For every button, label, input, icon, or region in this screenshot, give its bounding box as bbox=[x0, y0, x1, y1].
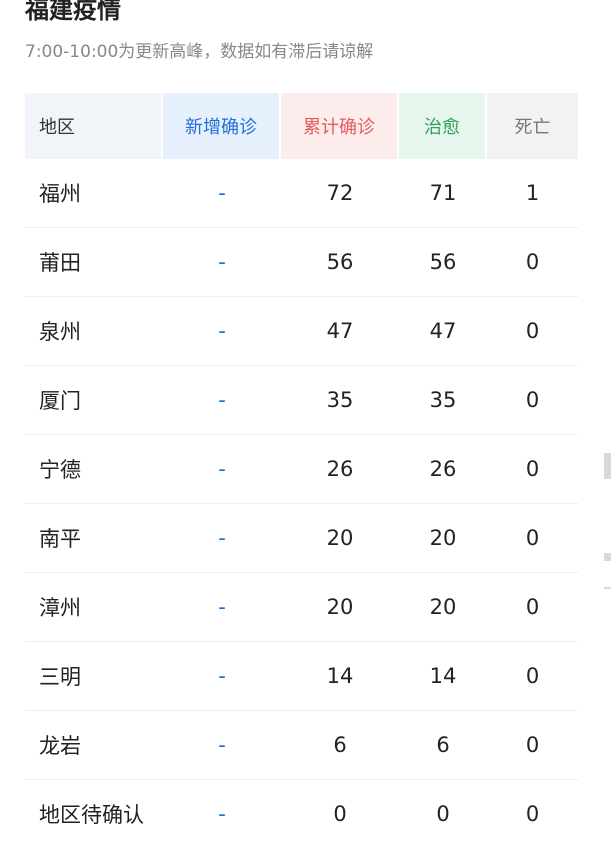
cell-dead: 0 bbox=[525, 802, 540, 826]
cell-dead: 0 bbox=[487, 435, 578, 504]
table-row[interactable]: 三明 -14 14 0 bbox=[25, 642, 578, 711]
cell-total-confirmed: 72 bbox=[281, 159, 399, 228]
cell-region: 龙岩 bbox=[25, 711, 163, 780]
cell-dead: 0 bbox=[487, 297, 578, 366]
cell-cured: 20 bbox=[399, 573, 487, 642]
column-header-cured[interactable]: 治愈 bbox=[399, 93, 487, 159]
cell-region: 莆田 bbox=[25, 228, 163, 297]
cell-new-confirmed: - bbox=[218, 802, 226, 826]
cell-new-confirmed: - bbox=[163, 711, 281, 780]
cell-dead: 0 bbox=[487, 504, 578, 573]
cell-total-confirmed: 35 bbox=[281, 366, 399, 435]
cell-cured: 20 bbox=[399, 504, 487, 573]
cell-region: 三明 bbox=[25, 642, 163, 711]
cell-cured: 26 bbox=[399, 435, 487, 504]
cell-total-confirmed: 0 bbox=[333, 802, 347, 826]
cell-total-confirmed: 47 bbox=[281, 297, 399, 366]
column-header-total-confirmed[interactable]: 累计确诊 bbox=[281, 93, 399, 159]
column-header-new-confirmed[interactable]: 新增确诊 bbox=[163, 93, 281, 159]
cell-dead: 0 bbox=[487, 228, 578, 297]
table-row[interactable]: 地区待确认 - 0 0 0 bbox=[25, 780, 578, 848]
scrollbar-tick bbox=[604, 553, 611, 561]
table-row[interactable]: 宁德 -26 26 0 bbox=[25, 435, 578, 504]
cell-cured: 71 bbox=[399, 159, 487, 228]
cell-cured: 0 bbox=[436, 802, 450, 826]
cell-cured: 35 bbox=[399, 366, 487, 435]
cell-total-confirmed: 56 bbox=[281, 228, 399, 297]
cell-total-confirmed: 6 bbox=[281, 711, 399, 780]
cell-cured: 56 bbox=[399, 228, 487, 297]
table-row[interactable]: 南平 -20 20 0 bbox=[25, 504, 578, 573]
table-row[interactable]: 龙岩 -6 6 0 bbox=[25, 711, 578, 780]
cell-dead: 0 bbox=[487, 366, 578, 435]
cell-total-confirmed: 26 bbox=[281, 435, 399, 504]
cell-dead: 0 bbox=[487, 573, 578, 642]
cell-total-confirmed: 20 bbox=[281, 504, 399, 573]
cell-new-confirmed: - bbox=[163, 159, 281, 228]
cell-new-confirmed: - bbox=[163, 435, 281, 504]
page-title: 福建疫情 bbox=[25, 0, 121, 24]
cell-total-confirmed: 20 bbox=[281, 573, 399, 642]
cell-new-confirmed: - bbox=[163, 366, 281, 435]
cell-new-confirmed: - bbox=[163, 228, 281, 297]
cell-dead: 0 bbox=[487, 711, 578, 780]
cell-cured: 14 bbox=[399, 642, 487, 711]
table-row[interactable]: 莆田 -56 56 0 bbox=[25, 228, 578, 297]
cell-region: 泉州 bbox=[25, 297, 163, 366]
cell-cured: 6 bbox=[399, 711, 487, 780]
column-header-dead[interactable]: 死亡 bbox=[487, 93, 578, 159]
update-notice: 7:00-10:00为更新高峰，数据如有滞后请谅解 bbox=[25, 42, 374, 62]
cell-region: 厦门 bbox=[25, 366, 163, 435]
cell-region: 宁德 bbox=[25, 435, 163, 504]
cell-region: 南平 bbox=[25, 504, 163, 573]
table-row[interactable]: 福州 -72 71 1 bbox=[25, 159, 578, 228]
table-row[interactable]: 厦门 -35 35 0 bbox=[25, 366, 578, 435]
epidemic-table: 地区 新增确诊 累计确诊 治愈 死亡 福州 -72 71 1 莆田 -56 56 0 泉州 -47… bbox=[25, 93, 578, 848]
cell-cured: 47 bbox=[399, 297, 487, 366]
table-row[interactable]: 漳州 -20 20 0 bbox=[25, 573, 578, 642]
cell-region: 地区待确认 bbox=[39, 803, 144, 827]
scrollbar-thumb[interactable] bbox=[604, 453, 611, 479]
cell-new-confirmed: - bbox=[163, 573, 281, 642]
column-header-region[interactable]: 地区 bbox=[25, 93, 163, 159]
scrollbar-line bbox=[604, 587, 611, 589]
cell-new-confirmed: - bbox=[163, 504, 281, 573]
cell-new-confirmed: - bbox=[163, 297, 281, 366]
cell-total-confirmed: 14 bbox=[281, 642, 399, 711]
cell-dead: 0 bbox=[487, 642, 578, 711]
cell-region: 漳州 bbox=[25, 573, 163, 642]
table-row[interactable]: 泉州 -47 47 0 bbox=[25, 297, 578, 366]
cell-new-confirmed: - bbox=[163, 642, 281, 711]
table-body: 福州 -72 71 1 莆田 -56 56 0 泉州 -47 47 0 厦门 -35 35 0 宁德 -26 26 0… bbox=[25, 159, 578, 848]
cell-region: 福州 bbox=[25, 159, 163, 228]
table-header-row: 地区 新增确诊 累计确诊 治愈 死亡 bbox=[25, 93, 578, 159]
cell-dead: 1 bbox=[487, 159, 578, 228]
